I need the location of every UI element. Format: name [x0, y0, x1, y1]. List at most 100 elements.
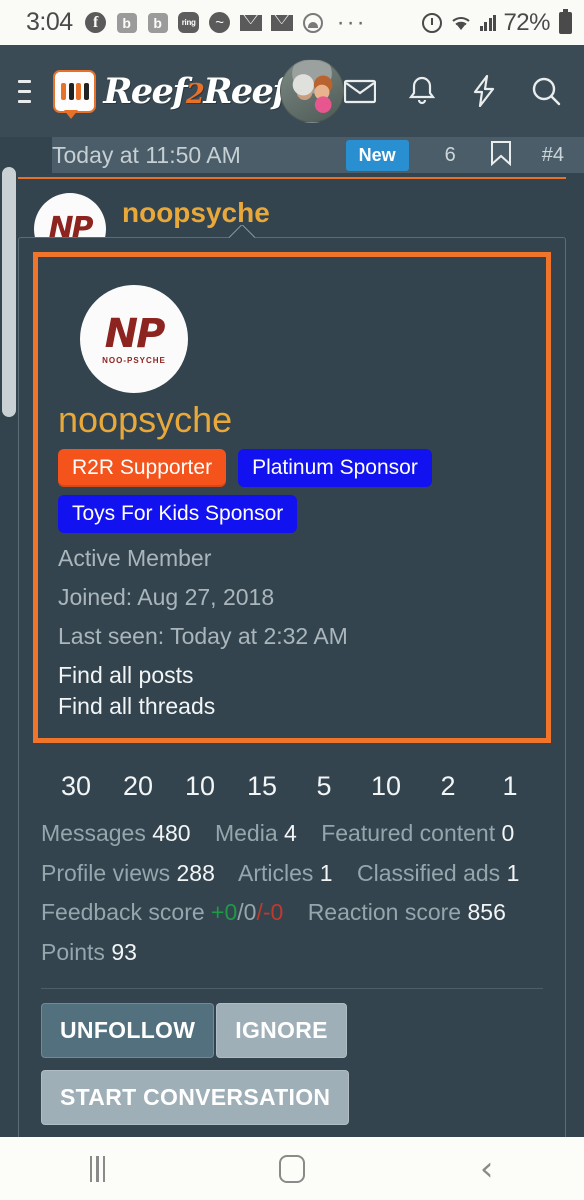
logo-text-two: 2 [186, 78, 205, 110]
post-like-count: 6 [444, 143, 456, 166]
start-conversation-button[interactable]: START CONVERSATION [41, 1070, 350, 1126]
feedback-positive: +0 [211, 899, 238, 926]
alarm-icon [421, 12, 442, 33]
member-tooltip-card: NP NOO-PSYCHE noopsyche R2R Supporter Pl… [18, 237, 566, 1143]
member-last-seen: Last seen: Today at 2:32 AM [58, 623, 348, 649]
trophy-value[interactable]: 2 [417, 771, 479, 802]
trophy-value[interactable]: 20 [107, 771, 169, 802]
site-logo-wordmark[interactable]: Reef2Reef [103, 70, 287, 112]
member-stats: Messages 480 Media 4 Featured content 0 … [19, 802, 565, 972]
np-monogram-icon: NP [104, 310, 166, 357]
featured-content-label: Featured content [321, 820, 496, 846]
back-icon: ‹ [479, 1148, 494, 1189]
messages-label: Messages [41, 820, 146, 846]
email-icon [239, 12, 262, 34]
ignore-button[interactable]: IGNORE [216, 1003, 347, 1059]
facebook-icon: f [85, 12, 107, 34]
np-wordmark-label: NOO-PSYCHE [102, 355, 166, 365]
mail-icon[interactable] [344, 75, 376, 107]
status-bar-notification-icons: f b b ring ~ ··· [85, 8, 422, 36]
stats-row-feedback: Feedback score +0/0/-0 Reaction score 85… [41, 893, 543, 933]
member-avatar[interactable]: NP NOO-PSYCHE [80, 285, 188, 393]
messenger-icon: ~ [209, 12, 231, 34]
follow-ignore-row: UNFOLLOW IGNORE [41, 1003, 543, 1059]
points-label: Points [41, 938, 105, 965]
search-icon[interactable] [530, 75, 562, 107]
trophy-value[interactable]: 10 [355, 771, 417, 802]
hamburger-menu-icon[interactable] [18, 79, 32, 103]
battery-icon [559, 8, 572, 34]
android-navigation-bar: ‹ [0, 1137, 584, 1200]
find-all-posts-link[interactable]: Find all posts [58, 662, 526, 689]
post-timestamp[interactable]: Today at 11:50 AM [52, 142, 241, 169]
find-all-threads-link[interactable]: Find all threads [58, 693, 526, 720]
member-card-highlight-frame: NP NOO-PSYCHE noopsyche R2R Supporter Pl… [33, 252, 551, 743]
android-status-bar: 3:04 f b b ring ~ ··· 72% [0, 0, 584, 45]
header-actions [344, 75, 566, 107]
stats-row-counts: Messages 480 Media 4 Featured content 0 [41, 814, 543, 854]
messages-value: 480 [152, 820, 191, 846]
reaction-score-value: 856 [467, 899, 506, 926]
avatar[interactable] [280, 59, 344, 123]
signal-icon [479, 14, 497, 31]
home-icon [279, 1154, 305, 1183]
stats-row-profile: Profile views 288 Articles 1 Classified … [41, 854, 543, 894]
recents-icon [89, 1155, 106, 1182]
feedback-negative: /-0 [256, 899, 284, 926]
reef2reef-logo-icon[interactable] [53, 69, 97, 119]
profile-views-value: 288 [176, 859, 215, 886]
articles-label: Articles [238, 859, 314, 886]
back-button[interactable]: ‹ [389, 1152, 584, 1186]
home-button[interactable] [195, 1154, 390, 1183]
status-bar-clock: 3:04 [26, 8, 73, 36]
media-label: Media [214, 820, 278, 846]
wifi-icon [452, 16, 470, 30]
trophy-value[interactable]: 5 [293, 771, 355, 802]
feedback-neutral: /0 [237, 899, 257, 926]
post-divider [18, 177, 566, 179]
status-overflow-icon: ··· [336, 8, 367, 36]
unfollow-button[interactable]: UNFOLLOW [41, 1003, 215, 1059]
member-username[interactable]: noopsyche [58, 399, 526, 441]
trophy-value[interactable]: 30 [45, 771, 107, 802]
articles-value: 1 [319, 859, 333, 886]
media-value: 4 [284, 820, 297, 846]
profile-views-label: Profile views [41, 859, 171, 886]
trophy-value[interactable]: 10 [169, 771, 231, 802]
user-banner-r2r-supporter: R2R Supporter [58, 449, 227, 487]
logo-text-first: Reef [103, 70, 187, 112]
classified-ads-label: Classified ads [356, 859, 501, 886]
member-user-title: Active Member [58, 545, 212, 571]
member-card-actions: UNFOLLOW IGNORE START CONVERSATION [19, 989, 565, 1126]
bolt-icon[interactable] [468, 75, 500, 107]
reaction-score-label: Reaction score [307, 899, 462, 926]
post-number[interactable]: #4 [542, 144, 564, 167]
site-header: Reef2Reef [0, 45, 584, 137]
trophy-value[interactable]: 15 [231, 771, 293, 802]
email-icon [270, 12, 293, 34]
status-bar-system-icons: 72% [421, 8, 572, 37]
logo-text-second: Reef [203, 70, 287, 112]
user-banner-platinum-sponsor: Platinum Sponsor [238, 449, 432, 487]
stats-row-points: Points 93 [41, 933, 543, 973]
face-icon [302, 12, 324, 34]
points-value: 93 [111, 938, 137, 965]
recents-button[interactable] [0, 1155, 195, 1182]
badge-b-icon: b [147, 12, 169, 34]
member-joined-date: Joined: Aug 27, 2018 [58, 584, 275, 610]
featured-content-value: 0 [501, 820, 515, 846]
trophy-value[interactable]: 1 [479, 771, 541, 802]
bookmark-icon[interactable] [488, 140, 514, 171]
battery-percent-label: 72% [503, 8, 550, 36]
page-scrollbar[interactable] [2, 167, 16, 417]
trophy-points-row: 30 20 10 15 5 10 2 1 [19, 757, 565, 802]
user-banner-toys-for-kids-sponsor: Toys For Kids Sponsor [58, 495, 298, 533]
badge-b-icon: b [116, 12, 138, 34]
thread-content-area: Today at 11:50 AM New 6 #4 NP noopsyche … [0, 137, 584, 1143]
ring-icon: ring [178, 12, 200, 34]
bell-icon[interactable] [406, 75, 438, 107]
feedback-score-label: Feedback score [41, 899, 205, 926]
member-badge-list: R2R Supporter Platinum Sponsor Toys For … [58, 449, 526, 533]
classified-ads-value: 1 [506, 859, 520, 886]
post-meta-bar: Today at 11:50 AM New 6 #4 [52, 137, 584, 173]
